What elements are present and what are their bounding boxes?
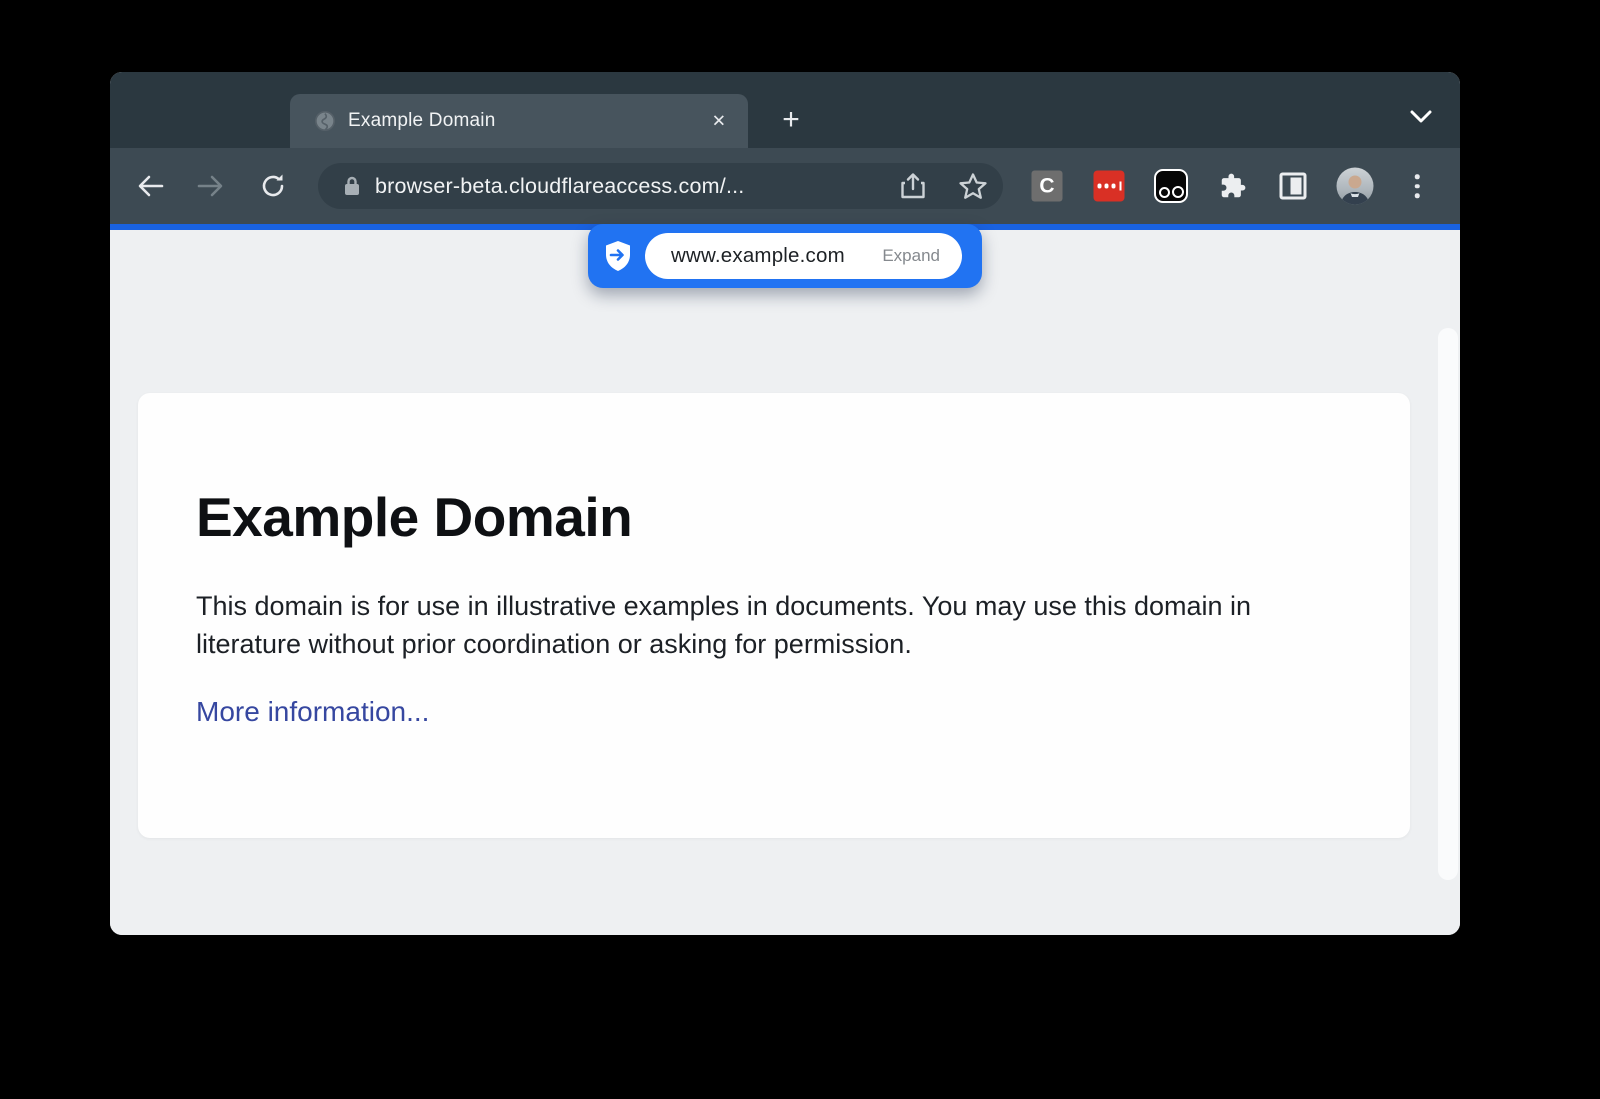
- content-card: Example Domain This domain is for use in…: [138, 393, 1410, 838]
- lock-icon[interactable]: [343, 175, 361, 197]
- tab-strip: Example Domain ✕ +: [110, 72, 1460, 148]
- share-icon: [900, 172, 926, 200]
- tab-example-domain[interactable]: Example Domain ✕: [290, 94, 748, 148]
- isolation-url-badge[interactable]: www.example.com Expand: [588, 224, 982, 288]
- isolated-site-pill[interactable]: www.example.com Expand: [645, 233, 962, 279]
- browser-menu-button[interactable]: [1415, 174, 1420, 198]
- expand-button[interactable]: Expand: [882, 246, 940, 266]
- page-title: Example Domain: [196, 485, 1350, 549]
- back-icon[interactable]: [136, 174, 164, 198]
- isolated-host: www.example.com: [671, 244, 845, 268]
- toolbar: browser-beta.cloudflareaccess.com/... C: [110, 148, 1460, 224]
- extension-c-icon[interactable]: C: [1032, 171, 1063, 202]
- scrollbar-thumb[interactable]: [1438, 328, 1458, 880]
- tab-close-icon[interactable]: ✕: [712, 113, 726, 130]
- puzzle-piece-icon: [1220, 173, 1247, 200]
- more-information-link[interactable]: More information...: [196, 696, 429, 728]
- person-photo-icon: [1337, 168, 1374, 205]
- new-tab-button[interactable]: +: [772, 102, 810, 140]
- browser-window: Example Domain ✕ + browser-beta.cloudfla…: [110, 72, 1460, 935]
- circle-right: [1172, 186, 1184, 198]
- chevron-down-icon[interactable]: [1410, 110, 1432, 123]
- share-button[interactable]: [883, 172, 943, 200]
- red-dots-glyph: [1097, 182, 1121, 191]
- circle-left: [1159, 187, 1170, 198]
- shield-arrow-icon: [603, 239, 633, 273]
- bookmark-button[interactable]: [943, 172, 1003, 200]
- star-icon: [958, 172, 988, 200]
- address-bar[interactable]: browser-beta.cloudflareaccess.com/...: [318, 163, 1003, 209]
- page-paragraph: This domain is for use in illustrative e…: [196, 587, 1346, 664]
- extension-black-circles-icon[interactable]: [1154, 169, 1188, 203]
- forward-icon[interactable]: [197, 174, 225, 198]
- reload-icon[interactable]: [259, 172, 287, 200]
- side-panel-icon: [1291, 178, 1302, 195]
- globe-favicon-icon: [314, 110, 336, 132]
- tab-title: Example Domain: [348, 110, 495, 132]
- kebab-menu-icon: [1415, 174, 1420, 179]
- extensions-menu-button[interactable]: [1220, 173, 1247, 200]
- extension-red-dots-icon[interactable]: [1094, 171, 1125, 202]
- url-text[interactable]: browser-beta.cloudflareaccess.com/...: [375, 174, 744, 199]
- extension-c-label: C: [1039, 174, 1054, 198]
- page-viewport: www.example.com Expand Example Domain Th…: [110, 230, 1460, 935]
- side-panel-button[interactable]: [1280, 173, 1307, 200]
- profile-avatar[interactable]: [1337, 168, 1374, 205]
